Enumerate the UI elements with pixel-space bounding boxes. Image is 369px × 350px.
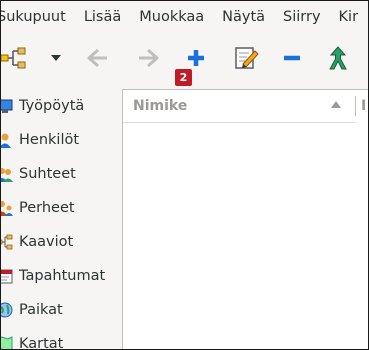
column-divider[interactable] bbox=[355, 96, 356, 116]
forward-arrow-icon bbox=[139, 48, 159, 68]
relationships-icon bbox=[1, 166, 13, 182]
list-view: Nimike I bbox=[122, 89, 368, 349]
application-window: Sukupuut Lisää Muokkaa Näytä Siirry Kir bbox=[0, 0, 369, 350]
sidebar-item-relationships[interactable]: Suhteet bbox=[1, 157, 115, 191]
tree-view-button[interactable] bbox=[1, 41, 31, 75]
sidebar-item-events[interactable]: Tapahtumat bbox=[1, 259, 115, 293]
toolbar: 2 bbox=[1, 33, 368, 86]
charts-icon bbox=[1, 234, 13, 250]
sidebar-item-maps[interactable]: Kartat bbox=[1, 327, 115, 350]
add-plus-icon bbox=[188, 50, 204, 66]
merge-button[interactable] bbox=[321, 41, 355, 75]
sidebar-item-people[interactable]: Henkilöt bbox=[1, 123, 115, 157]
sidebar: Työpöytä Henkilöt Suhteet Perheet Kaavio… bbox=[1, 89, 115, 350]
column-title: Nimike bbox=[133, 98, 188, 114]
sidebar-item-label: Suhteet bbox=[19, 166, 76, 182]
sidebar-item-dashboard[interactable]: Työpöytä bbox=[1, 89, 115, 123]
menu-siirry[interactable]: Siirry bbox=[274, 1, 330, 33]
tree-view-icon bbox=[1, 47, 26, 69]
forward-button[interactable] bbox=[131, 41, 165, 75]
sidebar-item-label: Tapahtumat bbox=[19, 268, 106, 284]
sidebar-item-label: Paikat bbox=[19, 302, 63, 318]
sidebar-item-label: Kaaviot bbox=[19, 234, 74, 250]
people-icon bbox=[1, 132, 13, 148]
merge-icon bbox=[329, 46, 347, 70]
places-icon bbox=[1, 302, 13, 318]
sidebar-item-places[interactable]: Paikat bbox=[1, 293, 115, 327]
sort-ascending-icon bbox=[331, 101, 341, 108]
menubar: Sukupuut Lisää Muokkaa Näytä Siirry Kir bbox=[1, 1, 368, 33]
sidebar-item-families[interactable]: Perheet bbox=[1, 191, 115, 225]
dropdown-arrow-icon bbox=[51, 55, 61, 61]
menu-nayta[interactable]: Näytä bbox=[213, 1, 274, 33]
sidebar-item-charts[interactable]: Kaaviot bbox=[1, 225, 115, 259]
remove-minus-icon bbox=[284, 55, 300, 61]
column-header-id[interactable]: I bbox=[361, 90, 366, 122]
maps-icon bbox=[1, 336, 13, 349]
events-icon bbox=[1, 268, 13, 284]
dashboard-icon bbox=[1, 98, 13, 114]
edit-pencil-icon bbox=[235, 47, 259, 69]
sidebar-item-label: Työpöytä bbox=[19, 98, 85, 114]
sidebar-item-label: Henkilöt bbox=[19, 132, 80, 148]
menu-muokkaa[interactable]: Muokkaa bbox=[130, 1, 213, 33]
families-icon bbox=[1, 200, 13, 216]
back-arrow-icon bbox=[87, 48, 107, 68]
column-header-title[interactable]: Nimike bbox=[123, 90, 355, 123]
menu-sukupuut[interactable]: Sukupuut bbox=[1, 1, 75, 33]
sidebar-item-label: Perheet bbox=[19, 200, 75, 216]
remove-button[interactable] bbox=[275, 41, 309, 75]
menu-kirjanmerkit[interactable]: Kir bbox=[330, 1, 368, 33]
menu-lisaa[interactable]: Lisää bbox=[75, 1, 130, 33]
back-button[interactable] bbox=[81, 41, 115, 75]
edit-button[interactable] bbox=[229, 41, 263, 75]
view-dropdown-button[interactable] bbox=[39, 41, 73, 75]
notification-badge: 2 bbox=[175, 69, 192, 86]
sidebar-item-label: Kartat bbox=[19, 336, 64, 350]
